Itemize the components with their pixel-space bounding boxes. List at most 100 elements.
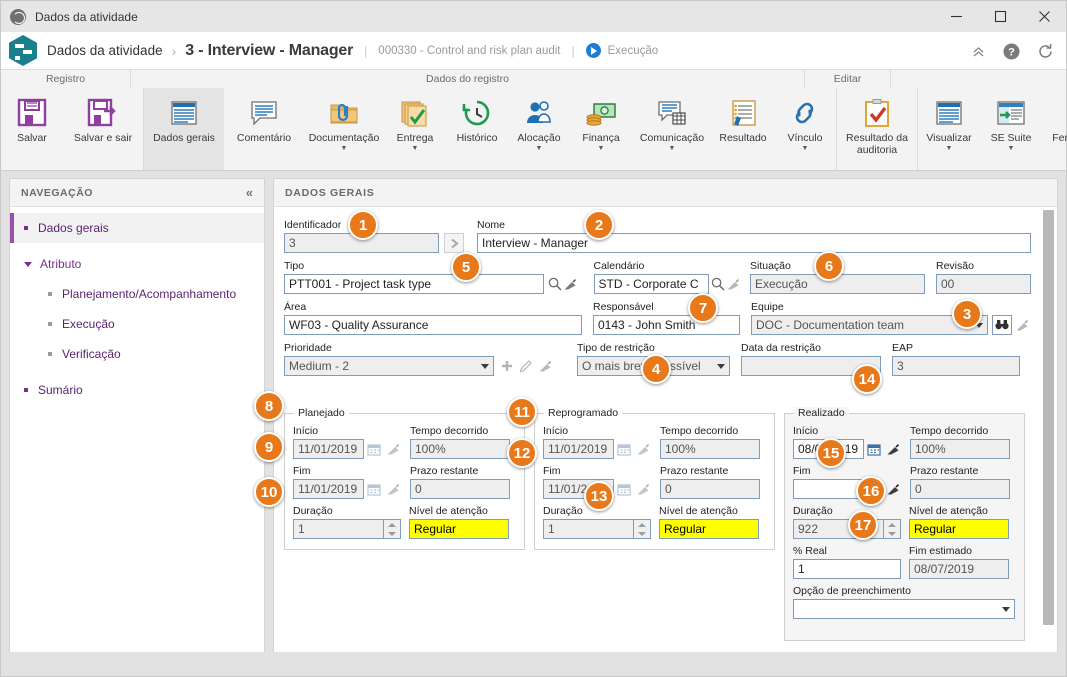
minimize-button[interactable] — [934, 1, 978, 32]
ribbon-button-dados-gerais[interactable]: Dados gerais — [144, 88, 224, 170]
callout-badge-7: 7 — [688, 293, 718, 323]
revisao-input[interactable]: 00 — [936, 274, 1031, 294]
reprogramado-inicio-input[interactable]: 11/01/2019 — [543, 439, 614, 459]
chevron-down-icon[interactable]: ▼ — [341, 145, 348, 152]
ribbon-button-historico[interactable]: Histórico — [446, 88, 508, 170]
reprogramado-prazo-restante-input[interactable]: 0 — [660, 479, 760, 499]
ribbon-button-comunicacao[interactable]: Comunicação ▼ — [632, 88, 712, 170]
chevron-down-icon[interactable]: ▼ — [536, 145, 543, 152]
sidebar-item-planejamento-acompanhamento[interactable]: Planejamento/Acompanhamento — [10, 279, 264, 309]
ribbon-button-vinculo[interactable]: Vínculo ▼ — [774, 88, 836, 170]
planejado-fim-input[interactable]: 11/01/2019 — [293, 479, 364, 499]
ribbon-button-documentacao[interactable]: Documentação ▼ — [304, 88, 384, 170]
chevron-down-icon[interactable]: ▼ — [669, 145, 676, 152]
sidebar-item-execucao[interactable]: Execução — [10, 309, 264, 339]
calendar-icon[interactable] — [364, 479, 383, 499]
clear-icon[interactable] — [383, 439, 402, 459]
ribbon-button-alocacao[interactable]: Alocação ▼ — [508, 88, 570, 170]
calendario-search-icon[interactable] — [711, 274, 726, 294]
prioridade-clear-icon[interactable] — [535, 356, 554, 376]
ribbon-section-editar: Resultado da auditoria — [837, 88, 918, 170]
ribbon-button-ferramentas[interactable]: Ferramentas ▼ — [1042, 88, 1067, 170]
clear-icon[interactable] — [633, 439, 652, 459]
field-planejado-duracao: Duração 1 — [293, 505, 401, 539]
field-label: Tempo decorrido — [910, 425, 989, 437]
group-planejado: Planejado Início 11/01/2019 Tempo decorr… — [284, 407, 525, 550]
realizado-percent-real-input[interactable]: 1 — [793, 559, 901, 579]
help-icon[interactable]: ? — [1003, 43, 1020, 60]
equipe-browse-icon[interactable] — [992, 315, 1012, 335]
chevron-down-icon[interactable]: ▼ — [412, 145, 419, 152]
planejado-duracao-input[interactable]: 1 — [293, 519, 384, 539]
chevron-down-icon[interactable]: ▼ — [946, 145, 953, 152]
clear-icon[interactable] — [883, 439, 902, 459]
realizado-fim-input[interactable] — [793, 479, 864, 499]
window-title: Dados da atividade — [35, 9, 138, 24]
realizado-duracao-stepper[interactable] — [884, 519, 901, 539]
ribbon-button-salvar[interactable]: Salvar — [1, 88, 63, 170]
reprogramado-tempo-decorrido-input[interactable]: 100% — [660, 439, 760, 459]
realizado-tempo-decorrido-input[interactable]: 100% — [910, 439, 1010, 459]
planejado-tempo-decorrido-input[interactable]: 100% — [410, 439, 510, 459]
tipo-search-icon[interactable] — [547, 274, 562, 294]
sidebar-item-dados-gerais[interactable]: Dados gerais — [10, 213, 264, 243]
eap-input[interactable]: 3 — [892, 356, 1020, 376]
ribbon-button-comentario[interactable]: Comentário — [224, 88, 304, 170]
chevron-down-icon[interactable]: ▼ — [598, 145, 605, 152]
audit-result-icon — [862, 94, 892, 128]
nome-input[interactable]: Interview - Manager — [477, 233, 1031, 253]
realizado-prazo-restante-input[interactable]: 0 — [910, 479, 1010, 499]
reprogramado-duracao-input[interactable]: 1 — [543, 519, 634, 539]
collapse-icon[interactable] — [971, 44, 986, 59]
sidebar-item-sumario[interactable]: Sumário — [10, 375, 264, 405]
identificador-next-button[interactable] — [444, 233, 464, 253]
documentation-icon — [329, 94, 359, 128]
prioridade-add-icon[interactable] — [497, 356, 516, 376]
ribbon-button-entrega[interactable]: Entrega ▼ — [384, 88, 446, 170]
planejado-duracao-stepper[interactable] — [384, 519, 401, 539]
refresh-icon[interactable] — [1037, 43, 1054, 60]
prioridade-select[interactable]: Medium - 2 — [284, 356, 494, 376]
responsavel-input[interactable]: 0143 - John Smith — [593, 315, 740, 335]
sidebar-item-atributo[interactable]: Atributo — [10, 249, 264, 279]
sidebar-item-verificacao[interactable]: Verificação — [10, 339, 264, 369]
chevron-down-icon[interactable]: ▼ — [1008, 145, 1015, 152]
ribbon-button-resultado[interactable]: Resultado — [712, 88, 774, 170]
ribbon-button-label: Finança — [582, 132, 620, 144]
planejado-inicio-input[interactable]: 11/01/2019 — [293, 439, 364, 459]
maximize-button[interactable] — [978, 1, 1022, 32]
prioridade-edit-icon[interactable] — [516, 356, 535, 376]
reprogramado-duracao-stepper[interactable] — [634, 519, 651, 539]
clear-icon[interactable] — [383, 479, 402, 499]
tipo-clear-icon[interactable] — [562, 274, 577, 294]
breadcrumb-app-name[interactable]: Dados da atividade — [47, 43, 163, 58]
calendar-icon[interactable] — [864, 439, 883, 459]
calendar-icon[interactable] — [364, 439, 383, 459]
realizado-opcao-preenchimento-select[interactable] — [793, 599, 1015, 619]
ribbon-button-financa[interactable]: Finança ▼ — [570, 88, 632, 170]
calendar-icon[interactable] — [614, 479, 633, 499]
save-and-exit-icon — [87, 94, 119, 128]
clear-icon[interactable] — [633, 479, 652, 499]
header-actions: ? — [971, 32, 1054, 70]
calendario-input[interactable]: STD - Corporate C — [593, 274, 709, 294]
field-label: Equipe — [751, 301, 784, 313]
field-label: Fim — [793, 465, 811, 477]
ribbon-button-label: Histórico — [456, 132, 498, 144]
calendario-clear-icon[interactable] — [726, 274, 741, 294]
close-button[interactable] — [1022, 1, 1066, 32]
tipo-input[interactable]: PTT001 - Project task type — [284, 274, 544, 294]
ribbon-button-visualizar[interactable]: Visualizar ▼ — [918, 88, 980, 170]
ribbon-button-se-suite[interactable]: SE Suite ▼ — [980, 88, 1042, 170]
equipe-value: DOC - Documentation team — [756, 318, 905, 332]
chevron-down-icon[interactable]: ▼ — [802, 145, 809, 152]
ribbon-button-resultado-da-auditoria[interactable]: Resultado da auditoria — [837, 88, 917, 170]
planejado-prazo-restante-input[interactable]: 0 — [410, 479, 510, 499]
collapse-sidebar-icon[interactable]: « — [246, 185, 253, 200]
ribbon-button-salvar-e-sair[interactable]: Salvar e sair — [63, 88, 143, 170]
realizado-fim-estimado-input[interactable]: 08/07/2019 — [909, 559, 1009, 579]
calendar-icon[interactable] — [614, 439, 633, 459]
equipe-clear-icon[interactable] — [1012, 315, 1031, 335]
area-input[interactable]: WF03 - Quality Assurance — [284, 315, 582, 335]
breadcrumb-parent-record: 000330 - Control and risk plan audit — [378, 44, 561, 57]
